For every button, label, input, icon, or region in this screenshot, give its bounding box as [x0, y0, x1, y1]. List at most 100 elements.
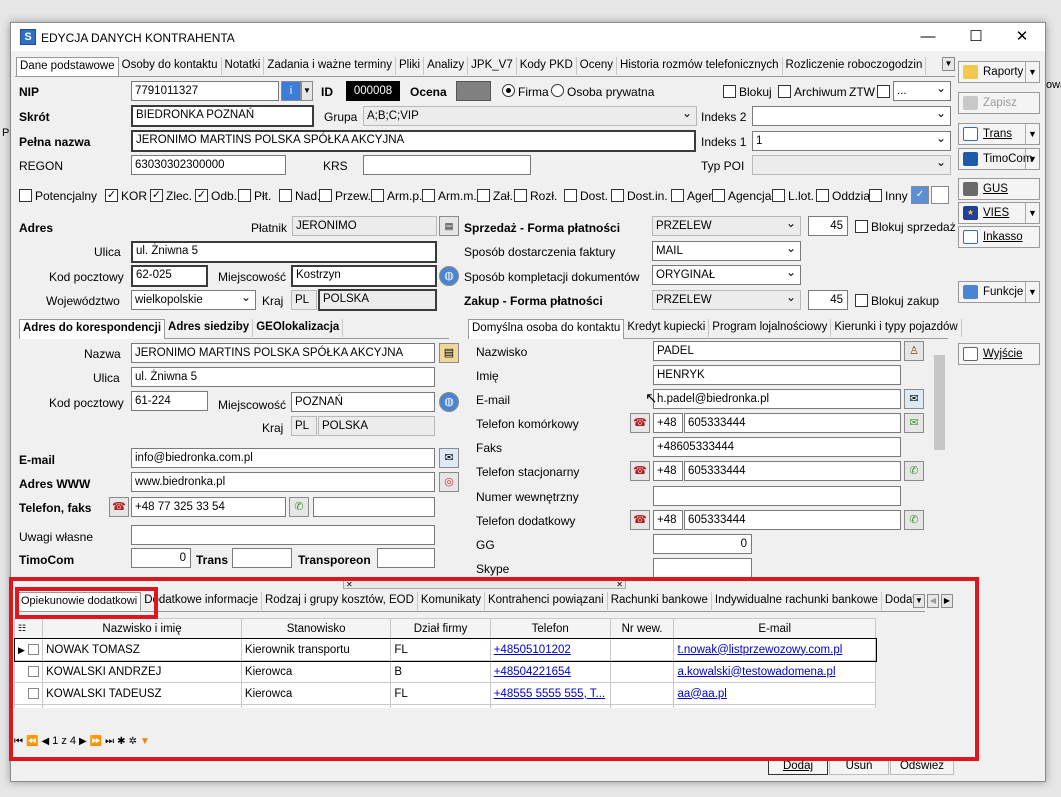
tab-dane-podstawowe[interactable]: Dane podstawowe — [16, 57, 119, 77]
kod-input[interactable]: 62-025 — [131, 265, 208, 287]
uwagi-input[interactable] — [131, 525, 435, 545]
stac-input[interactable]: 605333444 — [684, 461, 901, 481]
tab-jpk[interactable]: JPK_V7 — [468, 57, 517, 75]
blokuj-sprzedaz-checkbox[interactable] — [855, 220, 868, 233]
tab-notatki[interactable]: Notatki — [222, 57, 265, 75]
krs-input[interactable] — [363, 155, 531, 175]
pelna-input[interactable]: JERONIMO MARTINS POLSKA SPÓŁKA AKCYJNA — [131, 130, 696, 152]
flag-checkbox[interactable] — [19, 189, 32, 202]
phone-call-icon[interactable]: ☎ — [109, 497, 129, 517]
contact-nazwisko-input[interactable]: PADEL — [653, 341, 901, 361]
dod-green-icon[interactable]: ✆ — [904, 510, 924, 530]
tab-adres-siedziby[interactable]: Adres siedziby — [165, 319, 254, 337]
email-input[interactable]: info@biedronka.com.pl — [131, 448, 435, 468]
dod-prefix[interactable]: +48 — [653, 510, 683, 530]
tab-analizy[interactable]: Analizy — [424, 57, 469, 75]
kraj-input[interactable]: POLSKA — [318, 289, 437, 311]
flag-checkbox[interactable]: ✓ — [105, 189, 118, 202]
contact-email-input[interactable]: h.padel@biedronka.pl — [653, 389, 901, 409]
wojewodztwo-select[interactable]: wielkopolskie — [131, 290, 256, 310]
dod-call-icon[interactable]: ☎ — [630, 510, 650, 530]
nip-lookup-icon[interactable]: i — [281, 81, 301, 101]
platnik-input[interactable]: JERONIMO — [292, 216, 437, 236]
corr-miejscowosc-input[interactable]: POZNAŃ — [291, 392, 435, 412]
flag-checkbox[interactable] — [772, 189, 785, 202]
maximize-button[interactable]: ☐ — [953, 23, 999, 51]
flag-checkbox[interactable] — [869, 189, 882, 202]
contact-scroll-thumb[interactable] — [934, 355, 945, 450]
faks-input[interactable] — [313, 497, 435, 517]
copy-icon[interactable]: ▤ — [439, 343, 459, 363]
tab-historia[interactable]: Historia rozmów telefonicznych — [617, 57, 783, 75]
corr-kraj-code[interactable]: PL — [291, 416, 317, 436]
timocom-button[interactable]: TimoCom ▼ — [958, 148, 1040, 170]
regon-input[interactable]: 63030302300000 — [131, 155, 286, 175]
funkcje-button[interactable]: Funkcje ▼ — [958, 281, 1040, 303]
flag-checkbox[interactable]: ✓ — [150, 189, 163, 202]
firma-radio[interactable] — [502, 84, 515, 97]
vies-button[interactable]: ★ VIES ▼ — [958, 202, 1040, 224]
minimize-button[interactable]: — — [905, 23, 951, 51]
phone-green-icon[interactable]: ✆ — [289, 497, 309, 517]
contact-skype-input[interactable] — [653, 558, 752, 578]
trans-button[interactable]: Trans ▼ — [958, 123, 1040, 145]
flag-checkbox[interactable] — [279, 189, 292, 202]
contact-scrollbar[interactable] — [933, 341, 946, 576]
www-input[interactable]: www.biedronka.pl — [131, 472, 435, 492]
gus-button[interactable]: GUS — [958, 178, 1040, 200]
flag-checkbox[interactable]: ✓ — [195, 189, 208, 202]
corr-ulica-input[interactable]: ul. Żniwna 5 — [131, 367, 435, 387]
flag-checkbox[interactable] — [611, 189, 624, 202]
zapisz-button[interactable]: Zapisz — [958, 92, 1040, 114]
zakup-days[interactable]: 45 — [808, 290, 848, 310]
sprzedaz-days[interactable]: 45 — [808, 216, 848, 236]
dostarczenie-select[interactable]: MAIL — [652, 241, 801, 261]
osoba-prywatna-radio[interactable] — [551, 84, 564, 97]
contact-imie-input[interactable]: HENRYK — [653, 365, 901, 385]
tab-kierunki[interactable]: Kierunki i typy pojazdów — [831, 319, 962, 337]
tab-zadania[interactable]: Zadania i ważne terminy — [264, 57, 396, 75]
funkcje-dropdown-icon[interactable]: ▼ — [1025, 282, 1039, 302]
inkasso-button[interactable]: Inkasso — [958, 226, 1040, 248]
stac-call-icon[interactable]: ☎ — [630, 461, 650, 481]
kom-prefix[interactable]: +48 — [653, 413, 683, 433]
contact-faks-input[interactable]: +48605333444 — [653, 437, 901, 457]
archiwum-checkbox[interactable] — [778, 85, 791, 98]
contact-gg-input[interactable]: 0 — [653, 534, 752, 554]
grupa-select[interactable]: A;B;C;VIP — [363, 106, 697, 126]
flag-checkbox[interactable] — [319, 189, 332, 202]
stac-green-icon[interactable]: ✆ — [904, 461, 924, 481]
blokuj-checkbox[interactable] — [723, 85, 736, 98]
blokuj-zakup-checkbox[interactable] — [855, 294, 868, 307]
flag-checkbox[interactable] — [712, 189, 725, 202]
corr-nazwa-input[interactable]: JERONIMO MARTINS POLSKA SPÓŁKA AKCYJNA — [131, 343, 435, 363]
tab-pliki[interactable]: Pliki — [396, 57, 425, 75]
contact-wew-input[interactable] — [653, 486, 901, 506]
tab-kredyt[interactable]: Kredyt kupiecki — [624, 319, 710, 337]
transporeon-input[interactable] — [377, 548, 435, 568]
sms-icon[interactable]: ✉ — [904, 413, 924, 433]
stac-prefix[interactable]: +48 — [653, 461, 683, 481]
indeks1-select[interactable]: 1 — [752, 131, 951, 151]
nip-input[interactable]: 7791011327 — [131, 81, 279, 101]
globe-icon[interactable]: ◍ — [439, 266, 459, 286]
flag-checkbox[interactable] — [238, 189, 251, 202]
person-icon[interactable]: ♙ — [904, 341, 924, 361]
flag-checkbox[interactable] — [422, 189, 435, 202]
dod-input[interactable]: 605333444 — [684, 510, 901, 530]
kraj-code[interactable]: PL — [291, 290, 317, 310]
flag-checkbox[interactable] — [371, 189, 384, 202]
tab-rozliczenie[interactable]: Rozliczenie roboczogodzin — [783, 57, 927, 75]
corr-globe-icon[interactable]: ◍ — [439, 392, 459, 412]
tab-adres-korespondencji[interactable]: Adres do korespondencji — [19, 319, 166, 339]
indeks2-select[interactable] — [752, 106, 951, 126]
miejscowosc-input[interactable]: Kostrzyn — [291, 265, 437, 287]
flag-checkbox[interactable] — [816, 189, 829, 202]
www-icon[interactable]: ◎ — [439, 472, 459, 492]
tab-program[interactable]: Program lojalnościowy — [709, 319, 832, 337]
kom-call-icon[interactable]: ☎ — [630, 413, 650, 433]
sprzedaz-select[interactable]: PRZELEW — [652, 216, 801, 236]
trans-input[interactable] — [232, 548, 292, 568]
nip-dropdown[interactable]: ▼ — [301, 81, 313, 101]
corr-kraj-input[interactable]: POLSKA — [318, 416, 435, 436]
